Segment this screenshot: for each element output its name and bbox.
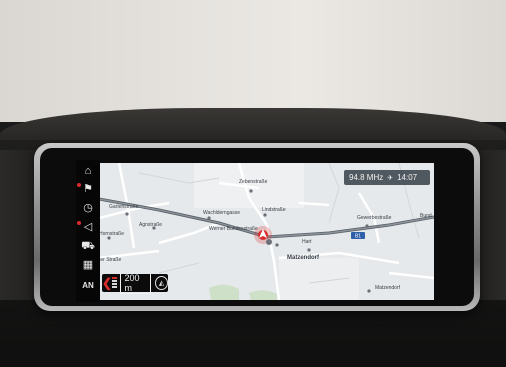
zoom-level-icon [112, 277, 118, 289]
map-scale-widget[interactable]: ❮ 200 m ◭ [102, 272, 168, 294]
home-icon[interactable]: ⌂ [76, 162, 100, 180]
road-shield: B1 [351, 232, 365, 240]
status-bar: 94.8 MHz ✈ 14:07 [344, 170, 432, 185]
street-label: Bund [420, 213, 432, 219]
street-label: Gewerbestraße [357, 215, 392, 221]
place-label: Matzendorf [375, 285, 401, 291]
street-label: Wachlderngasse [203, 210, 240, 216]
collapse-arrow-icon[interactable]: ❮ [102, 274, 112, 292]
map-icon[interactable]: ▦ [76, 256, 100, 274]
svg-text:B1: B1 [355, 234, 361, 240]
active-marker [77, 183, 81, 187]
street-label: Zebenstraße [239, 179, 268, 185]
radio-frequency: 94.8 MHz [349, 173, 384, 182]
clock-time: 14:07 [397, 173, 418, 182]
street-label: Werner Bundesstraße [209, 226, 258, 232]
street-label: ter Straße [99, 257, 121, 263]
place-label: Matzendorf [287, 255, 320, 261]
flag-icon[interactable]: ⚑ [76, 180, 100, 198]
side-menu: ⌂ ⚑ ◷ ◁ ⛟ ▦ AN [76, 160, 100, 302]
compass-icon[interactable]: ◭ [155, 276, 168, 290]
active-marker [77, 221, 81, 225]
street-label: Gartenstraße [109, 204, 139, 210]
background-wall [0, 0, 506, 122]
place-label: Hart [302, 239, 312, 245]
street-label: Agnstraße [139, 222, 162, 228]
car-icon[interactable]: ⛟ [76, 237, 100, 255]
street-label: Lindstraße [262, 207, 286, 213]
street-label: Hornstraße [99, 231, 124, 237]
speaker-icon[interactable]: ◁ [76, 218, 100, 236]
signal-icon: ✈ [387, 174, 394, 182]
assist-button[interactable]: AN [76, 277, 100, 295]
map-scale: 200 m [120, 272, 152, 294]
clock-icon[interactable]: ◷ [76, 199, 100, 217]
